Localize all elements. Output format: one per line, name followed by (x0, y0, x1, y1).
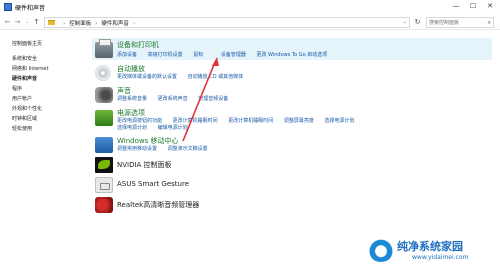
mobility-center-icon (95, 137, 113, 153)
category-links: 更改电源按钮的功能 更改计算机睡眠时间 更改计算机睡眠时间 调整屏幕亮度 选择电… (117, 117, 363, 124)
breadcrumb-separator: › (63, 21, 66, 27)
link-power-plan[interactable]: 选择电源计划 (324, 118, 354, 124)
sidebar-item-system-security[interactable]: 系统和安全 (12, 55, 37, 62)
category-mobility-center[interactable]: Windows 移动中心 调整常用移动设置 调整演示文稿设置 (92, 134, 492, 154)
asus-gesture-icon (95, 177, 113, 193)
link-add-device[interactable]: 添加设备 (117, 52, 137, 58)
sidebar-item-ease-of-access[interactable]: 轻松使用 (12, 125, 32, 132)
category-links-row2: 选择电源计划 编辑电源计划 (117, 124, 197, 131)
sidebar-item-user-accounts[interactable]: 用户帐户 (12, 95, 32, 102)
watermark-title: 纯净系统家园 (397, 240, 463, 253)
sound-icon (95, 87, 113, 103)
link-volume[interactable]: 调整系统音量 (117, 96, 147, 102)
link-system-sounds[interactable]: 更改系统声音 (158, 96, 188, 102)
category-power-options[interactable]: 电源选项 更改电源按钮的功能 更改计算机睡眠时间 更改计算机睡眠时间 调整屏幕亮… (92, 106, 492, 132)
nvidia-icon (95, 157, 113, 173)
sidebar-item-hardware-sound[interactable]: 硬件和声音 (12, 75, 37, 82)
category-realtek[interactable]: Realtek高清晰音频管理器 (92, 196, 492, 214)
realtek-audio-icon (95, 197, 113, 213)
sidebar: 控制面板主页 系统和安全 网络和 Internet 硬件和声音 程序 用户帐户 … (0, 30, 86, 268)
category-sound[interactable]: 声音 调整系统音量 更改系统声音 管理音频设备 (92, 84, 492, 104)
category-title[interactable]: ASUS Smart Gesture (117, 180, 189, 188)
breadcrumb-separator: › (132, 21, 136, 27)
maximize-button[interactable]: ☐ (466, 1, 480, 12)
breadcrumb-control-panel[interactable]: 控制面板 (69, 21, 91, 27)
link-choose-plan[interactable]: 选择电源计划 (117, 125, 147, 131)
link-windows-to-go[interactable]: 更改 Windows To Go 启动选项 (256, 52, 327, 58)
breadcrumb: › 控制面板 › 硬件和声音 › (59, 19, 139, 27)
link-device-manager[interactable]: 设备管理器 (214, 52, 246, 58)
recent-locations-button[interactable]: ⌄ (23, 17, 32, 27)
devices-printers-icon (95, 39, 113, 58)
folder-icon (48, 20, 55, 25)
back-button[interactable]: ← (3, 17, 12, 27)
minimize-button[interactable]: — (449, 1, 463, 12)
watermark-url: www.yidaimei.com (412, 254, 469, 261)
control-panel-icon (4, 3, 12, 11)
link-edit-plan[interactable]: 编辑电源计划 (158, 125, 188, 131)
watermark-logo-icon (368, 238, 394, 262)
link-mobility-settings[interactable]: 调整常用移动设置 (117, 146, 157, 152)
category-links: 调整系统音量 更改系统声音 管理音频设备 (117, 95, 237, 102)
title-bar: 硬件和声音 — ☐ ✕ (0, 0, 500, 14)
autoplay-icon (95, 65, 111, 81)
refresh-icon[interactable]: ↻ (412, 17, 423, 28)
category-autoplay[interactable]: 自动播放 更改媒体或设备的默认设置 自动播放 CD 或其他媒体 (92, 62, 492, 82)
category-links: 添加设备 高级打印机设置 鼠标 设备管理器 更改 Windows To Go 启… (117, 51, 336, 58)
search-icon[interactable]: ⌕ (488, 19, 491, 27)
close-button[interactable]: ✕ (483, 1, 497, 12)
category-links: 更改媒体或设备的默认设置 自动播放 CD 或其他媒体 (117, 73, 252, 80)
up-button[interactable]: ↑ (32, 17, 41, 27)
sidebar-item-clock-region[interactable]: 时钟和区域 (12, 115, 37, 122)
link-presentation-settings[interactable]: 调整演示文稿设置 (168, 146, 208, 152)
link-sleep-time-2[interactable]: 更改计算机睡眠时间 (228, 118, 273, 124)
address-bar: ← → ⌄ ↑ ›控制面板›硬件和声音› ⌄ ↻ ⌕ (0, 14, 500, 30)
category-links: 调整常用移动设置 调整演示文稿设置 (117, 145, 217, 152)
sidebar-item-appearance[interactable]: 外观和个性化 (12, 105, 42, 112)
window-title: 硬件和声音 (15, 5, 46, 12)
category-title[interactable]: 设备和打印机 (117, 40, 159, 50)
address-path-field[interactable]: › 控制面板 › 硬件和声音 › ⌄ (44, 17, 410, 28)
category-asus-gesture[interactable]: ASUS Smart Gesture (92, 176, 492, 194)
link-media-defaults[interactable]: 更改媒体或设备的默认设置 (117, 74, 177, 80)
search-box[interactable]: ⌕ (426, 17, 494, 28)
link-mouse[interactable]: 鼠标 (193, 52, 203, 58)
search-input[interactable] (429, 19, 481, 27)
address-dropdown-icon[interactable]: ⌄ (403, 19, 407, 25)
sidebar-item-programs[interactable]: 程序 (12, 85, 22, 92)
power-options-icon (95, 110, 113, 126)
forward-button[interactable]: → (13, 17, 22, 27)
category-devices-printers[interactable]: 设备和打印机 添加设备 高级打印机设置 鼠标 设备管理器 更改 Windows … (92, 38, 492, 60)
sidebar-item-home[interactable]: 控制面板主页 (12, 40, 42, 47)
breadcrumb-separator: › (95, 21, 98, 27)
category-nvidia[interactable]: NVIDIA 控制面板 (92, 156, 492, 174)
link-autoplay-cd[interactable]: 自动播放 CD 或其他媒体 (188, 74, 244, 80)
link-brightness[interactable]: 调整屏幕亮度 (284, 118, 314, 124)
breadcrumb-hardware-sound[interactable]: 硬件和声音 (101, 21, 129, 27)
category-title[interactable]: NVIDIA 控制面板 (117, 160, 172, 170)
link-audio-devices[interactable]: 管理音频设备 (198, 96, 228, 102)
watermark: 纯净系统家园 www.yidaimei.com (368, 236, 496, 266)
category-title[interactable]: Realtek高清晰音频管理器 (117, 200, 199, 210)
link-advanced-printer[interactable]: 高级打印机设置 (148, 52, 183, 58)
sidebar-item-network[interactable]: 网络和 Internet (12, 65, 48, 72)
